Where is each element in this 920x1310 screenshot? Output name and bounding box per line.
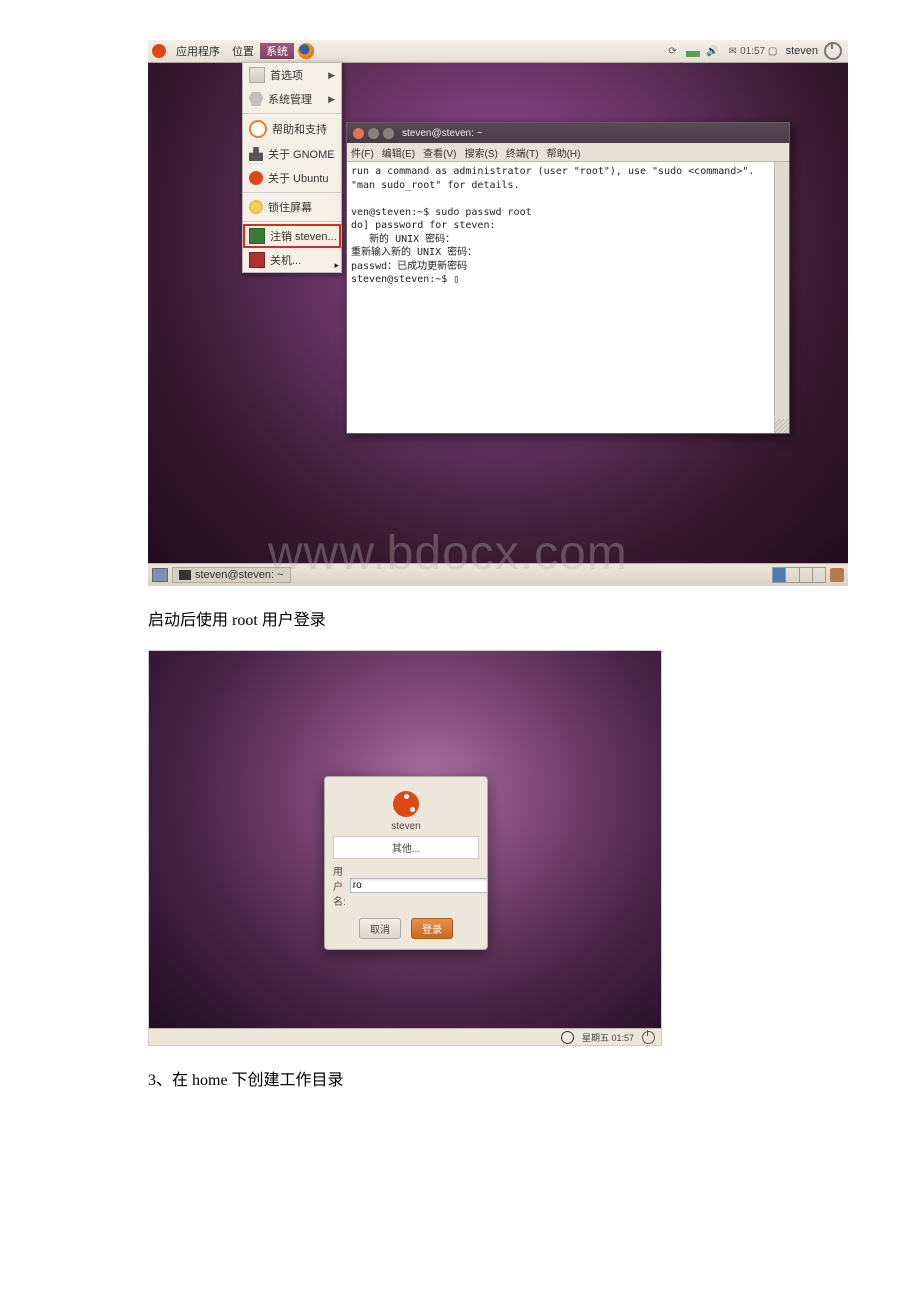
ubuntu-logo-icon (393, 791, 419, 817)
menuitem-label: 帮助和支持 (272, 121, 327, 137)
menu-separator (243, 113, 341, 114)
taskbar-terminal-button[interactable]: steven@steven: ~ (172, 567, 291, 583)
username-input[interactable] (350, 878, 488, 893)
power-icon[interactable] (824, 42, 842, 60)
menuitem-lock-screen[interactable]: 锁住屏幕 (243, 195, 341, 219)
terminal-window: steven@steven: ~ 件(F) 编辑(E) 查看(V) 搜索(S) … (346, 122, 790, 434)
network-icon[interactable] (686, 44, 700, 58)
resize-grip-icon[interactable] (775, 419, 789, 433)
menu-separator (243, 192, 341, 193)
menuitem-label: 锁住屏幕 (268, 199, 312, 215)
ubuntu-logo-icon (152, 44, 166, 58)
username-row: 用户名: (333, 863, 479, 908)
menuitem-about-ubuntu[interactable]: 关于 Ubuntu (243, 166, 341, 190)
menu-view[interactable]: 查看(V) (423, 145, 456, 160)
terminal-taskbar-icon (179, 570, 191, 580)
taskbar-label: steven@steven: ~ (195, 569, 284, 581)
update-icon[interactable]: ⟳ (666, 44, 680, 58)
menuitem-about-gnome[interactable]: 关于 GNOME (243, 142, 341, 166)
username-label: 用户名: (333, 863, 346, 908)
terminal-title: steven@steven: ~ (402, 128, 482, 139)
trash-icon[interactable] (830, 568, 844, 582)
user-steven-label[interactable]: steven (325, 821, 487, 832)
workspace-switcher[interactable] (772, 567, 826, 583)
power-icon[interactable] (642, 1031, 655, 1044)
lock-icon (249, 200, 263, 214)
ubuntu-desktop-screenshot: 应用程序 位置 系统 ⟳ 🔊 ✉ 01:57 ▢ steven 首选项 ▶ (148, 40, 848, 586)
menuitem-label: 关机... (270, 252, 301, 268)
menuitem-label: 关于 GNOME (268, 146, 335, 162)
menuitem-administration[interactable]: 系统管理 ▶ (243, 87, 341, 111)
menuitem-label: 系统管理 (268, 91, 312, 107)
show-desktop-button[interactable] (152, 568, 168, 582)
help-icon (249, 120, 267, 138)
caption-2: 3、在 home 下创建工作目录 (148, 1066, 920, 1090)
accessibility-icon[interactable] (561, 1031, 574, 1044)
panel-right: ⟳ 🔊 ✉ 01:57 ▢ steven (666, 42, 848, 60)
shutdown-icon (249, 252, 265, 268)
window-maximize-button[interactable] (383, 128, 394, 139)
menuitem-logout[interactable]: 注销 steven... (243, 224, 341, 248)
volume-icon[interactable]: 🔊 (706, 44, 720, 58)
user-label[interactable]: steven (786, 45, 818, 57)
menuitem-help[interactable]: 帮助和支持 (243, 116, 341, 142)
menu-places[interactable]: 位置 (226, 43, 260, 59)
terminal-titlebar[interactable]: steven@steven: ~ (347, 123, 789, 143)
gnome-icon (249, 147, 263, 161)
system-menu-dropdown: 首选项 ▶ 系统管理 ▶ 帮助和支持 关于 GNOME 关于 Ubuntu (242, 62, 342, 273)
logout-icon (249, 228, 265, 244)
menu-help[interactable]: 帮助(H) (547, 145, 581, 160)
top-panel: 应用程序 位置 系统 ⟳ 🔊 ✉ 01:57 ▢ steven (148, 40, 848, 63)
ubuntu-icon (249, 171, 263, 185)
submenu-arrow-icon: ▶ (328, 70, 335, 81)
menu-terminal[interactable]: 终端(T) (506, 145, 539, 160)
terminal-body[interactable]: run a command as administrator (user "ro… (347, 162, 789, 433)
menu-system[interactable]: 系统 (260, 43, 294, 59)
window-close-button[interactable] (353, 128, 364, 139)
menu-file[interactable]: 件(F) (351, 145, 374, 160)
cursor-icon: ▸ (334, 260, 339, 271)
menu-edit[interactable]: 编辑(E) (382, 145, 415, 160)
menuitem-label: 注销 steven... (270, 228, 337, 244)
menu-separator (243, 221, 341, 222)
caption-1: 启动后使用 root 用户登录 (148, 606, 920, 630)
terminal-menubar: 件(F) 编辑(E) 查看(V) 搜索(S) 终端(T) 帮助(H) (347, 143, 789, 162)
greeter-buttons: 取消 登录 (325, 918, 487, 939)
bottom-taskbar: steven@steven: ~ (148, 563, 848, 586)
user-other-option[interactable]: 其他... (333, 836, 479, 859)
panel-left: 应用程序 位置 系统 (148, 43, 314, 59)
menuitem-label: 首选项 (270, 67, 303, 83)
menuitem-label: 关于 Ubuntu (268, 170, 329, 186)
ubuntu-login-screenshot: steven 其他... 用户名: 取消 登录 星期五 01:57 (148, 650, 662, 1046)
clock-text[interactable]: 01:57 (746, 44, 760, 58)
menuitem-preferences[interactable]: 首选项 ▶ (243, 63, 341, 87)
menu-applications[interactable]: 应用程序 (170, 43, 226, 59)
login-clock: 星期五 01:57 (582, 1031, 634, 1044)
cancel-button[interactable]: 取消 (359, 918, 401, 939)
taskbar-right (772, 567, 844, 583)
menuitem-shutdown[interactable]: 关机... ▸ (243, 248, 341, 272)
window-minimize-button[interactable] (368, 128, 379, 139)
login-bottom-bar: 星期五 01:57 (149, 1028, 661, 1045)
menu-search[interactable]: 搜索(S) (464, 145, 497, 160)
submenu-arrow-icon: ▶ (328, 94, 335, 105)
administration-icon (249, 92, 263, 106)
user-icon[interactable]: ▢ (766, 44, 780, 58)
login-greeter: steven 其他... 用户名: 取消 登录 (324, 776, 488, 950)
login-button[interactable]: 登录 (411, 918, 453, 939)
firefox-icon[interactable] (298, 43, 314, 59)
preferences-icon (249, 67, 265, 83)
terminal-scrollbar[interactable] (774, 162, 789, 433)
mail-icon[interactable]: ✉ (726, 44, 740, 58)
